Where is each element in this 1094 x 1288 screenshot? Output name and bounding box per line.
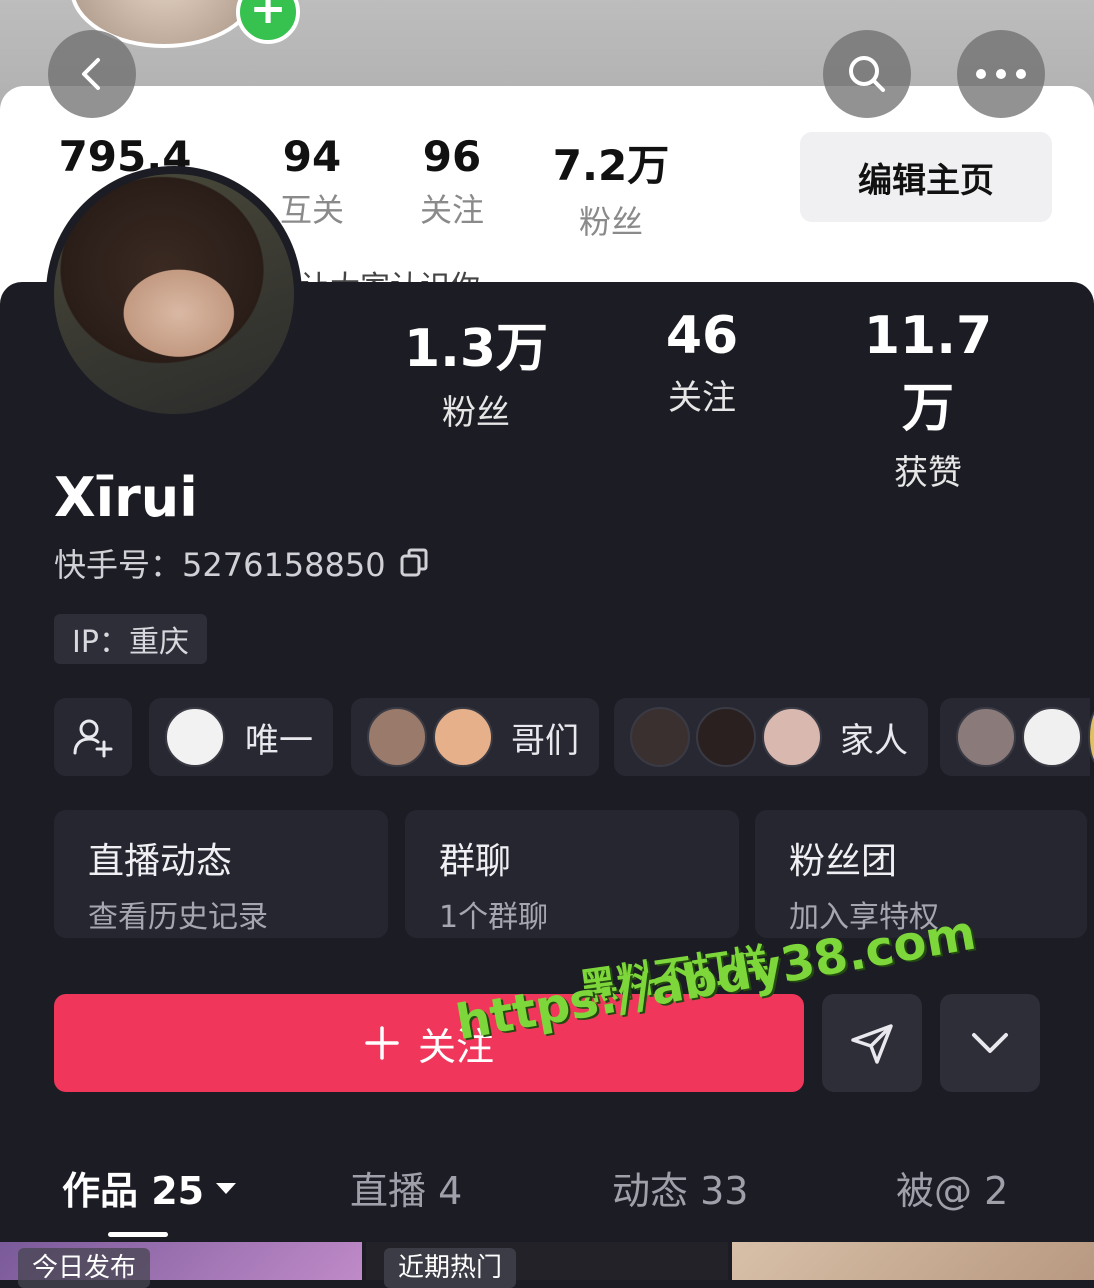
stat-likes[interactable]: 11.7万 获赞	[838, 306, 1018, 494]
group-chip-unique[interactable]: 唯一	[149, 698, 333, 776]
profile-name: Xīrui	[54, 466, 198, 529]
stat-following[interactable]: 46 关注	[632, 306, 772, 419]
add-group-button[interactable]	[54, 698, 132, 776]
group-chip-family[interactable]: 家人	[614, 698, 928, 776]
search-icon	[849, 56, 885, 92]
search-button[interactable]	[823, 30, 911, 118]
plus-icon	[365, 1026, 399, 1060]
group-member-avatar	[762, 707, 822, 767]
group-member-avatar	[1088, 707, 1094, 767]
group-chat-card[interactable]: 群聊 1个群聊	[405, 810, 739, 938]
more-dots-icon	[976, 69, 1026, 79]
group-member-avatar	[956, 707, 1016, 767]
group-member-avatar	[1022, 707, 1082, 767]
kuaishou-id: 快手号：5276158850	[54, 540, 428, 586]
avatar[interactable]	[46, 166, 302, 422]
thumbnail-1[interactable]: 今日发布	[0, 1242, 362, 1288]
group-chip-buddies[interactable]: 哥们	[351, 698, 599, 776]
edit-profile-button[interactable]: 编辑主页	[800, 132, 1052, 222]
group-member-avatar	[433, 707, 493, 767]
tab-live[interactable]: 直播 4	[350, 1160, 462, 1215]
tab-mentions[interactable]: 被@ 2	[896, 1160, 1008, 1215]
group-chip-more[interactable]	[940, 698, 1094, 776]
send-message-button[interactable]	[822, 994, 922, 1092]
group-member-avatar	[630, 707, 690, 767]
group-member-avatar	[367, 707, 427, 767]
chevron-down-icon	[972, 1033, 1008, 1053]
stat-fans[interactable]: 1.3万 粉丝	[398, 306, 554, 434]
bg-stat-fans: 7.2万 粉丝	[552, 141, 670, 241]
more-options-button[interactable]	[940, 994, 1040, 1092]
live-history-card[interactable]: 直播动态 查看历史记录	[54, 810, 388, 938]
caret-down-icon	[216, 1182, 237, 1194]
avatar-photo	[54, 174, 294, 414]
tab-works[interactable]: 作品 25	[62, 1160, 238, 1215]
more-button[interactable]	[957, 30, 1045, 118]
tab-moments[interactable]: 动态 33	[612, 1160, 748, 1215]
thumbnail-3[interactable]	[732, 1242, 1094, 1280]
back-button[interactable]	[48, 30, 136, 118]
send-icon	[851, 1024, 893, 1064]
active-tab-indicator	[108, 1232, 168, 1237]
copy-icon[interactable]	[400, 548, 428, 578]
group-member-avatar	[165, 707, 225, 767]
bg-stat-following: 96 关注	[419, 132, 484, 229]
add-user-icon	[73, 719, 113, 758]
bg-stat-mutual: 94 互关	[279, 132, 344, 229]
thumbnail-2[interactable]: 近期热门	[366, 1242, 728, 1288]
kuaishou-id-text: 快手号：5276158850	[54, 546, 386, 584]
ip-location-badge: IP：重庆	[54, 614, 207, 664]
back-arrow-icon	[82, 58, 100, 90]
group-member-avatar	[696, 707, 756, 767]
